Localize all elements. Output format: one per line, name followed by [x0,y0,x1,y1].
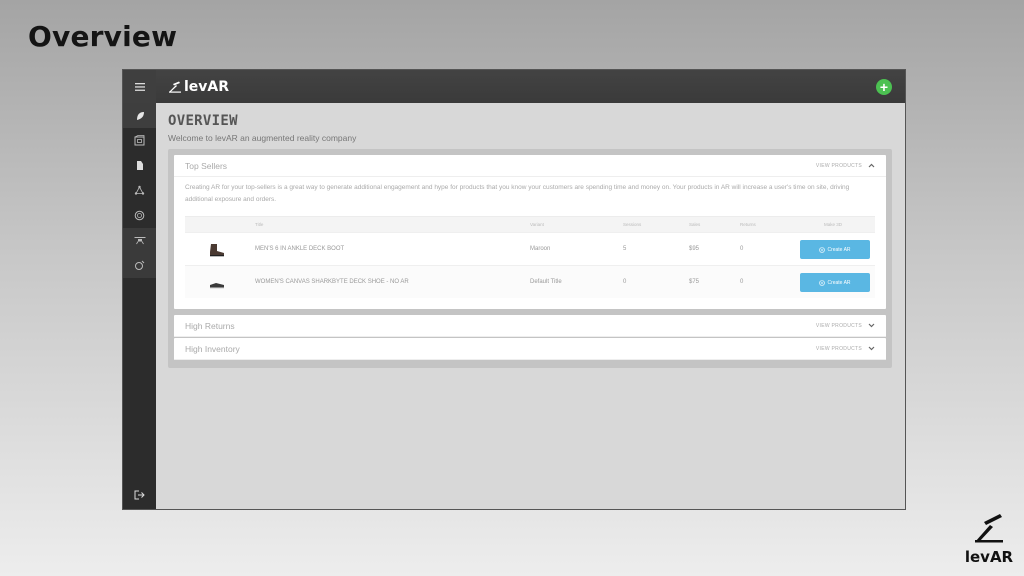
levar-logo-icon [975,514,1003,543]
view-products-link[interactable]: VIEW PRODUCTS [816,323,862,329]
shoe-thumbnail [210,283,224,289]
top-sellers-section: Top Sellers VIEW PRODUCTS Creating AR fo… [174,155,886,309]
table-row[interactable]: WOMEN'S CANVAS SHARKBYTE DECK SHOE - NO … [185,265,875,298]
drone-icon [134,236,145,244]
high-inventory-title: High Inventory [185,343,240,354]
create-ar-button[interactable]: Create AR [800,240,870,259]
tag-icon [136,161,143,170]
gear-icon [135,260,145,270]
col-sales[interactable]: Sales [689,222,700,227]
col-make-3d[interactable]: Make 3D [824,222,842,227]
page-subtitle: Welcome to levAR an augmented reality co… [168,133,357,143]
top-bar: levAR + [156,70,905,103]
high-inventory-section: High Inventory VIEW PRODUCTS [174,338,886,360]
table-header: Title Variant Sessions Sales Returns Mak… [185,216,875,232]
hamburger-icon[interactable] [123,70,156,103]
top-sellers-title: Top Sellers [185,160,228,171]
chevron-up-icon[interactable] [868,161,875,170]
view-products-link[interactable]: VIEW PRODUCTS [816,163,862,169]
chevron-down-icon[interactable] [868,344,875,353]
chevron-down-icon[interactable] [868,321,875,330]
sidebar-item-analytics[interactable] [123,203,156,228]
corner-brand-name: levAR [964,548,1014,566]
network-icon [134,185,145,195]
logout-icon[interactable] [123,487,156,503]
table-row[interactable]: MEN'S 6 IN ANKLE DECK BOOT Maroon 5 $95 … [185,232,875,265]
sidebar-item-settings[interactable] [123,253,156,278]
plus-circle-icon [819,246,826,253]
page-title: OVERVIEW [168,113,238,129]
view-products-link[interactable]: VIEW PRODUCTS [816,346,862,352]
col-variant[interactable]: Variant [530,222,544,227]
boot-thumbnail [210,244,224,257]
sidebar-item-models[interactable] [123,178,156,203]
col-title[interactable]: Title [255,222,263,227]
globe-icon [134,210,145,221]
plus-circle-icon [819,279,826,286]
col-returns[interactable]: Returns [740,222,756,227]
high-returns-title: High Returns [185,320,235,331]
leaf-icon [136,111,144,120]
high-returns-section: High Returns VIEW PRODUCTS [174,315,886,337]
brand-name: levAR [184,78,230,95]
brand-logo[interactable]: levAR [168,79,229,95]
app-window: levAR + OVERVIEW Welcome to levAR an aug… [122,69,906,510]
overview-panel: Top Sellers VIEW PRODUCTS Creating AR fo… [168,149,892,368]
sidebar-item-catalog[interactable] [123,128,156,153]
corner-logo: levAR [964,513,1014,566]
main-content: OVERVIEW Welcome to levAR an augmented r… [156,103,905,509]
high-returns-header[interactable]: High Returns VIEW PRODUCTS [174,315,886,337]
create-ar-button[interactable]: Create AR [800,273,870,292]
top-sellers-table: Title Variant Sessions Sales Returns Mak… [185,216,875,298]
add-button[interactable]: + [876,79,892,95]
sidebar-item-home[interactable] [123,103,156,128]
cube-icon [134,135,145,146]
sidebar-item-products[interactable] [123,153,156,178]
top-sellers-header[interactable]: Top Sellers VIEW PRODUCTS [174,155,886,177]
levar-logo-icon [169,81,181,93]
high-inventory-header[interactable]: High Inventory VIEW PRODUCTS [174,338,886,360]
sidebar-item-integrations[interactable] [123,228,156,253]
top-sellers-description: Creating AR for your top-sellers is a gr… [185,184,850,203]
sidebar [123,70,156,509]
slide-title: Overview [28,20,178,53]
col-sessions[interactable]: Sessions [623,222,641,227]
